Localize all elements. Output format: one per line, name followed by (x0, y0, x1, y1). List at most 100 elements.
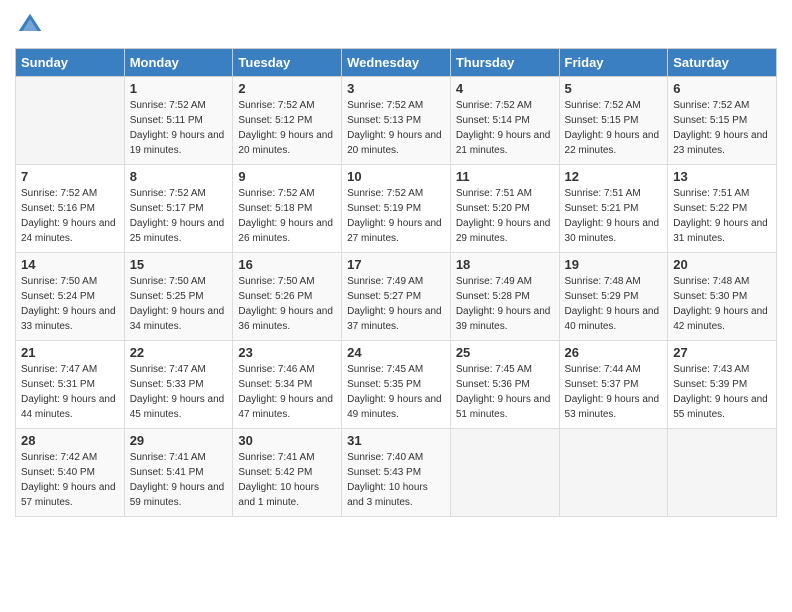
day-info: Sunrise: 7:42 AMSunset: 5:40 PMDaylight:… (21, 450, 119, 510)
day-info: Sunrise: 7:48 AMSunset: 5:30 PMDaylight:… (673, 274, 771, 334)
day-number: 26 (565, 345, 663, 360)
day-info: Sunrise: 7:51 AMSunset: 5:20 PMDaylight:… (456, 186, 554, 246)
day-number: 20 (673, 257, 771, 272)
day-info: Sunrise: 7:52 AMSunset: 5:18 PMDaylight:… (238, 186, 336, 246)
calendar-cell: 30 Sunrise: 7:41 AMSunset: 5:42 PMDaylig… (233, 429, 342, 517)
day-number: 8 (130, 169, 228, 184)
day-number: 31 (347, 433, 445, 448)
calendar-cell: 19 Sunrise: 7:48 AMSunset: 5:29 PMDaylig… (559, 253, 668, 341)
week-row-4: 21 Sunrise: 7:47 AMSunset: 5:31 PMDaylig… (16, 341, 777, 429)
header-day-friday: Friday (559, 49, 668, 77)
day-number: 4 (456, 81, 554, 96)
header-day-wednesday: Wednesday (342, 49, 451, 77)
day-info: Sunrise: 7:40 AMSunset: 5:43 PMDaylight:… (347, 450, 445, 510)
day-number: 30 (238, 433, 336, 448)
day-number: 1 (130, 81, 228, 96)
day-info: Sunrise: 7:52 AMSunset: 5:16 PMDaylight:… (21, 186, 119, 246)
day-number: 27 (673, 345, 771, 360)
day-info: Sunrise: 7:50 AMSunset: 5:26 PMDaylight:… (238, 274, 336, 334)
header-day-thursday: Thursday (450, 49, 559, 77)
calendar-cell: 13 Sunrise: 7:51 AMSunset: 5:22 PMDaylig… (668, 165, 777, 253)
day-number: 16 (238, 257, 336, 272)
day-info: Sunrise: 7:52 AMSunset: 5:11 PMDaylight:… (130, 98, 228, 158)
calendar-cell (450, 429, 559, 517)
day-number: 22 (130, 345, 228, 360)
day-info: Sunrise: 7:52 AMSunset: 5:15 PMDaylight:… (565, 98, 663, 158)
calendar-cell: 14 Sunrise: 7:50 AMSunset: 5:24 PMDaylig… (16, 253, 125, 341)
calendar-cell: 17 Sunrise: 7:49 AMSunset: 5:27 PMDaylig… (342, 253, 451, 341)
week-row-2: 7 Sunrise: 7:52 AMSunset: 5:16 PMDayligh… (16, 165, 777, 253)
day-info: Sunrise: 7:50 AMSunset: 5:24 PMDaylight:… (21, 274, 119, 334)
calendar-cell: 20 Sunrise: 7:48 AMSunset: 5:30 PMDaylig… (668, 253, 777, 341)
calendar-cell: 18 Sunrise: 7:49 AMSunset: 5:28 PMDaylig… (450, 253, 559, 341)
calendar-table: SundayMondayTuesdayWednesdayThursdayFrid… (15, 48, 777, 517)
day-info: Sunrise: 7:49 AMSunset: 5:28 PMDaylight:… (456, 274, 554, 334)
day-number: 15 (130, 257, 228, 272)
day-number: 14 (21, 257, 119, 272)
day-number: 11 (456, 169, 554, 184)
calendar-cell: 25 Sunrise: 7:45 AMSunset: 5:36 PMDaylig… (450, 341, 559, 429)
day-info: Sunrise: 7:45 AMSunset: 5:36 PMDaylight:… (456, 362, 554, 422)
header-day-saturday: Saturday (668, 49, 777, 77)
day-info: Sunrise: 7:47 AMSunset: 5:33 PMDaylight:… (130, 362, 228, 422)
calendar-cell: 2 Sunrise: 7:52 AMSunset: 5:12 PMDayligh… (233, 77, 342, 165)
day-info: Sunrise: 7:52 AMSunset: 5:12 PMDaylight:… (238, 98, 336, 158)
day-info: Sunrise: 7:48 AMSunset: 5:29 PMDaylight:… (565, 274, 663, 334)
day-number: 17 (347, 257, 445, 272)
day-info: Sunrise: 7:41 AMSunset: 5:41 PMDaylight:… (130, 450, 228, 510)
calendar-cell: 26 Sunrise: 7:44 AMSunset: 5:37 PMDaylig… (559, 341, 668, 429)
day-number: 18 (456, 257, 554, 272)
day-info: Sunrise: 7:52 AMSunset: 5:13 PMDaylight:… (347, 98, 445, 158)
calendar-cell: 6 Sunrise: 7:52 AMSunset: 5:15 PMDayligh… (668, 77, 777, 165)
day-info: Sunrise: 7:52 AMSunset: 5:14 PMDaylight:… (456, 98, 554, 158)
day-info: Sunrise: 7:47 AMSunset: 5:31 PMDaylight:… (21, 362, 119, 422)
header-day-tuesday: Tuesday (233, 49, 342, 77)
header-day-monday: Monday (124, 49, 233, 77)
day-number: 3 (347, 81, 445, 96)
day-number: 2 (238, 81, 336, 96)
day-number: 19 (565, 257, 663, 272)
day-number: 21 (21, 345, 119, 360)
calendar-cell: 16 Sunrise: 7:50 AMSunset: 5:26 PMDaylig… (233, 253, 342, 341)
calendar-cell: 21 Sunrise: 7:47 AMSunset: 5:31 PMDaylig… (16, 341, 125, 429)
calendar-cell (559, 429, 668, 517)
day-number: 6 (673, 81, 771, 96)
calendar-cell: 1 Sunrise: 7:52 AMSunset: 5:11 PMDayligh… (124, 77, 233, 165)
day-info: Sunrise: 7:44 AMSunset: 5:37 PMDaylight:… (565, 362, 663, 422)
day-info: Sunrise: 7:49 AMSunset: 5:27 PMDaylight:… (347, 274, 445, 334)
calendar-cell: 29 Sunrise: 7:41 AMSunset: 5:41 PMDaylig… (124, 429, 233, 517)
day-number: 28 (21, 433, 119, 448)
day-number: 23 (238, 345, 336, 360)
day-number: 24 (347, 345, 445, 360)
day-info: Sunrise: 7:52 AMSunset: 5:17 PMDaylight:… (130, 186, 228, 246)
day-info: Sunrise: 7:51 AMSunset: 5:21 PMDaylight:… (565, 186, 663, 246)
day-number: 5 (565, 81, 663, 96)
calendar-cell: 9 Sunrise: 7:52 AMSunset: 5:18 PMDayligh… (233, 165, 342, 253)
calendar-cell: 27 Sunrise: 7:43 AMSunset: 5:39 PMDaylig… (668, 341, 777, 429)
week-row-5: 28 Sunrise: 7:42 AMSunset: 5:40 PMDaylig… (16, 429, 777, 517)
day-number: 13 (673, 169, 771, 184)
calendar-cell: 15 Sunrise: 7:50 AMSunset: 5:25 PMDaylig… (124, 253, 233, 341)
calendar-cell: 23 Sunrise: 7:46 AMSunset: 5:34 PMDaylig… (233, 341, 342, 429)
header-day-sunday: Sunday (16, 49, 125, 77)
day-number: 10 (347, 169, 445, 184)
page-header (15, 10, 777, 40)
calendar-cell: 11 Sunrise: 7:51 AMSunset: 5:20 PMDaylig… (450, 165, 559, 253)
day-number: 12 (565, 169, 663, 184)
header-row: SundayMondayTuesdayWednesdayThursdayFrid… (16, 49, 777, 77)
calendar-cell: 8 Sunrise: 7:52 AMSunset: 5:17 PMDayligh… (124, 165, 233, 253)
day-number: 7 (21, 169, 119, 184)
day-info: Sunrise: 7:51 AMSunset: 5:22 PMDaylight:… (673, 186, 771, 246)
calendar-cell: 22 Sunrise: 7:47 AMSunset: 5:33 PMDaylig… (124, 341, 233, 429)
calendar-cell: 4 Sunrise: 7:52 AMSunset: 5:14 PMDayligh… (450, 77, 559, 165)
week-row-1: 1 Sunrise: 7:52 AMSunset: 5:11 PMDayligh… (16, 77, 777, 165)
calendar-cell: 12 Sunrise: 7:51 AMSunset: 5:21 PMDaylig… (559, 165, 668, 253)
day-number: 25 (456, 345, 554, 360)
day-number: 9 (238, 169, 336, 184)
logo (15, 10, 49, 40)
day-info: Sunrise: 7:43 AMSunset: 5:39 PMDaylight:… (673, 362, 771, 422)
day-info: Sunrise: 7:50 AMSunset: 5:25 PMDaylight:… (130, 274, 228, 334)
day-info: Sunrise: 7:45 AMSunset: 5:35 PMDaylight:… (347, 362, 445, 422)
calendar-cell: 7 Sunrise: 7:52 AMSunset: 5:16 PMDayligh… (16, 165, 125, 253)
week-row-3: 14 Sunrise: 7:50 AMSunset: 5:24 PMDaylig… (16, 253, 777, 341)
